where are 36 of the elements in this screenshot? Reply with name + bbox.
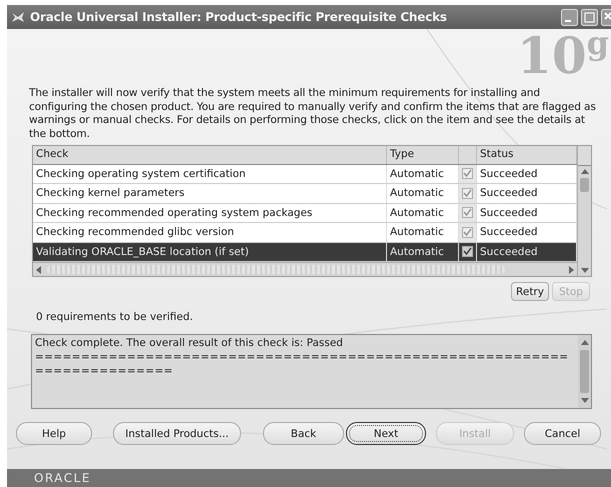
table-cell: Checking kernel parameters: [33, 184, 387, 203]
vertical-scrollbar[interactable]: [578, 335, 591, 408]
help-button[interactable]: Help: [16, 422, 92, 445]
table-row[interactable]: Validating ORACLE_BASE location (if set) Automatic Succeeded: [33, 242, 577, 262]
back-button[interactable]: Back: [263, 422, 344, 445]
scrollbar-thumb[interactable]: [580, 178, 589, 192]
table-row[interactable]: Checking operating system certification Automatic Succeeded: [33, 164, 577, 184]
installed-products-button[interactable]: Installed Products...: [113, 422, 241, 445]
minimize-icon[interactable]: [561, 8, 578, 26]
column-header: Check: [33, 146, 387, 164]
details-text-area[interactable]: Check complete. The overall result of this check is: Passed ========================================================== ===============: [31, 334, 592, 409]
table-cell: Validating ORACLE_BASE location (if set): [33, 242, 387, 262]
table-row[interactable]: Checking kernel parameters Automatic Succeeded: [33, 184, 577, 204]
scrollbar-thumb[interactable]: [47, 265, 505, 274]
retry-button[interactable]: Retry: [511, 282, 549, 301]
maximize-icon[interactable]: [581, 8, 598, 26]
version-logo: 10$^{g}$: [517, 31, 609, 81]
table-row[interactable]: Checking recommended operating system packages Automatic Succeeded: [33, 204, 577, 224]
app-icon: [11, 11, 25, 23]
table-cell: Checking operating system certification: [33, 164, 387, 184]
next-button[interactable]: Next: [346, 422, 426, 445]
scrollbar-thumb[interactable]: [580, 350, 589, 393]
close-icon[interactable]: [601, 8, 611, 26]
column-header: Type: [387, 146, 459, 164]
details-line: ==========================================================: [35, 350, 570, 364]
oracle-logo: ORACLE: [34, 471, 91, 485]
vertical-scrollbar[interactable]: [577, 146, 591, 276]
table-cell: Checking recommended operating system packages: [33, 204, 387, 222]
horizontal-scrollbar[interactable]: [33, 262, 577, 276]
details-line: Check complete. The overall result of this check is: Passed: [35, 336, 344, 350]
table-cell: Checking recommended glibc version: [33, 223, 387, 242]
instructions-text: The installer will now verify that the system meets all the minimum requirements for installing and configuring the chosen product. You are required to manually verify and confirm the items that are flagged as warnings or manual checks. For details on performing those checks, click on the item and see the details at the bottom.: [29, 87, 597, 141]
details-line: ===============: [35, 364, 174, 378]
cancel-button[interactable]: Cancel: [524, 422, 601, 445]
window-title: Oracle Universal Installer: Product-specific Prerequisite Checks: [30, 10, 448, 24]
requirements-count-text: 0 requirements to be verified.: [36, 311, 194, 323]
